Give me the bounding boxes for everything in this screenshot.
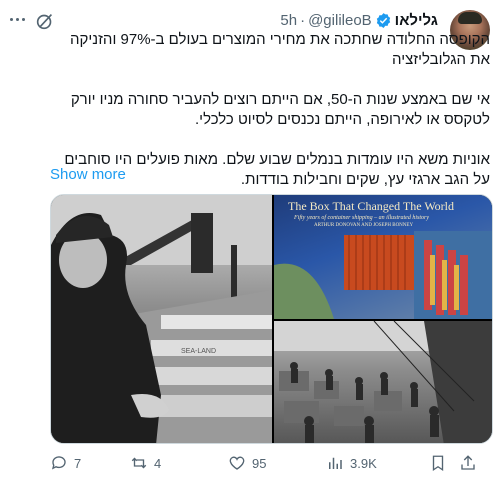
tweet-paragraph: הקופסה החלודה שחתכה את מחירי המוצרים בעו… bbox=[70, 31, 490, 68]
tweet-paragraph: אי שם באמצע שנות ה-50, אם הייתם רוצים לה… bbox=[70, 91, 490, 128]
photo-book-cover[interactable]: The Box That Changed The World Fifty yea… bbox=[274, 195, 492, 319]
views-count: 3.9K bbox=[350, 455, 377, 471]
bookmark-icon bbox=[432, 455, 444, 472]
media-grid[interactable]: SEA-LAND The Box That Changed The World … bbox=[50, 194, 493, 444]
action-bar: 7 4 95 3.9K bbox=[50, 452, 493, 474]
bookmark-button[interactable] bbox=[429, 454, 459, 472]
repost-icon bbox=[131, 457, 147, 469]
tweet-text: הקופסה החלודה שחתכה את מחירי המוצרים בעו… bbox=[50, 30, 490, 210]
separator: · bbox=[300, 12, 306, 29]
book-subtitle: Fifty years of container shipping – an i… bbox=[294, 215, 429, 221]
grok-icon[interactable] bbox=[34, 10, 56, 32]
share-button[interactable] bbox=[459, 454, 479, 472]
author-handle[interactable]: @gilileoB bbox=[308, 12, 372, 29]
views-icon bbox=[329, 457, 342, 469]
like-count: 95 bbox=[252, 455, 267, 471]
book-authors: ARTHUR DONOVAN AND JOSEPH BONNEY bbox=[314, 223, 414, 228]
book-title: The Box That Changed The World bbox=[288, 199, 455, 213]
tweet-time[interactable]: 5h bbox=[280, 12, 297, 29]
repost-button[interactable]: 4 bbox=[130, 454, 228, 472]
show-more-link[interactable]: Show more bbox=[50, 166, 126, 183]
repost-count: 4 bbox=[154, 455, 162, 471]
photo-mclean-port[interactable]: SEA-LAND bbox=[51, 195, 272, 443]
views-button[interactable]: 3.9K bbox=[326, 454, 429, 472]
author-line: 5h · @gilileoB גלילאו bbox=[280, 12, 438, 29]
reply-count: 7 bbox=[74, 455, 82, 471]
author-name[interactable]: גלילאו bbox=[395, 12, 438, 29]
more-dots-icon[interactable] bbox=[10, 12, 32, 26]
like-icon bbox=[229, 456, 245, 470]
reply-icon bbox=[51, 456, 66, 470]
share-icon bbox=[461, 455, 475, 470]
reply-button[interactable]: 7 bbox=[50, 454, 130, 472]
verified-badge-icon bbox=[376, 13, 390, 28]
ship-label: SEA-LAND bbox=[181, 348, 216, 355]
photo-dock-workers[interactable] bbox=[274, 321, 492, 443]
like-button[interactable]: 95 bbox=[228, 454, 326, 472]
